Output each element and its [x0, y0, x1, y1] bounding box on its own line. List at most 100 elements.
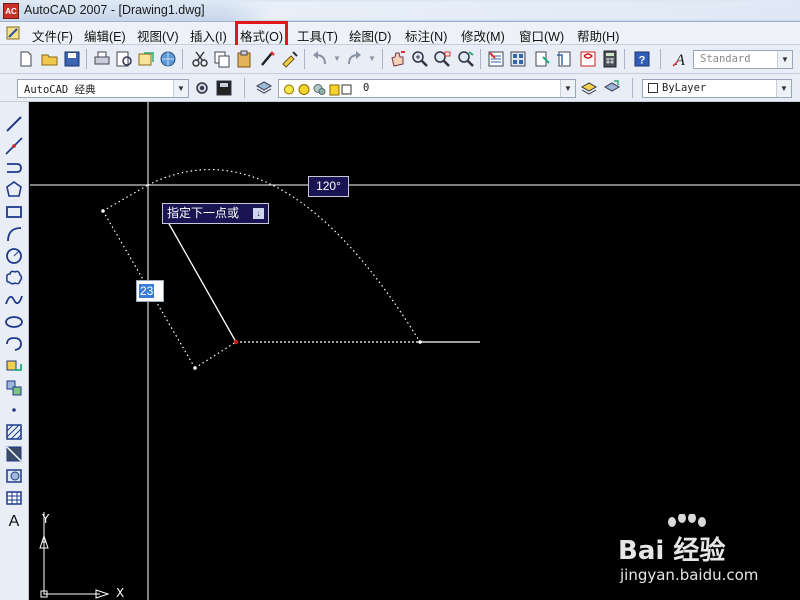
open-folder-icon[interactable] — [40, 49, 60, 69]
workspace-combo[interactable]: AutoCAD 经典 ▼ — [17, 79, 189, 98]
help-icon[interactable]: ? — [632, 49, 652, 69]
multiline-text-icon[interactable]: A — [4, 510, 24, 530]
prompt-text: 指定下一点或 — [167, 206, 240, 220]
copy-icon[interactable] — [212, 49, 232, 69]
workspace-settings-icon[interactable] — [192, 78, 212, 98]
chevron-down-icon[interactable]: ▼ — [776, 80, 791, 97]
menu-view[interactable]: 视图(V) — [137, 26, 179, 44]
menu-draw[interactable]: 绘图(D) — [349, 26, 391, 44]
calculator-icon[interactable] — [600, 49, 620, 69]
construction-line-icon[interactable] — [4, 136, 24, 156]
markup-set-icon[interactable] — [578, 49, 598, 69]
spline-icon[interactable] — [4, 290, 24, 310]
text-style-combo[interactable]: Standard ▼ — [693, 50, 793, 69]
publish-icon[interactable] — [136, 49, 156, 69]
hatch-icon[interactable] — [4, 422, 24, 442]
autocad-app-icon[interactable]: AC — [3, 3, 19, 19]
ucs-x-label: X — [116, 586, 125, 600]
tool-palettes-icon[interactable] — [532, 49, 552, 69]
menu-format[interactable]: 格式(O) — [234, 21, 289, 48]
draw-toolbar: A — [0, 102, 29, 600]
gradient-icon[interactable] — [4, 444, 24, 464]
menu-help[interactable]: 帮助(H) — [577, 26, 619, 44]
ellipse-arc-icon[interactable] — [4, 334, 24, 354]
text-style-icon[interactable]: A — [670, 49, 690, 69]
zoom-window-icon[interactable] — [432, 49, 452, 69]
command-prompt-tooltip: 指定下一点或 ↓ — [162, 203, 269, 224]
save-icon[interactable] — [62, 49, 82, 69]
tracking-line-top — [102, 184, 149, 212]
layer-previous-icon[interactable] — [602, 78, 622, 98]
cut-icon[interactable] — [190, 49, 210, 69]
color-swatch — [648, 83, 658, 93]
block-editor-icon[interactable] — [280, 49, 300, 69]
properties-icon[interactable] — [486, 49, 506, 69]
blurred-tabs-area — [225, 2, 800, 20]
length-value: 23 — [139, 284, 155, 298]
baidu-watermark: Bai 经验 jingyan.baidu.com — [604, 514, 800, 600]
make-block-icon[interactable] — [4, 378, 24, 398]
polygon-icon[interactable] — [4, 180, 24, 200]
menu-insert[interactable]: 插入(I) — [190, 26, 227, 44]
redo-icon[interactable] — [344, 49, 364, 69]
table-icon[interactable] — [4, 488, 24, 508]
layer-state-icons — [284, 84, 352, 96]
svg-text:?: ? — [639, 55, 646, 67]
angle-tooltip: 120° — [308, 176, 349, 197]
length-input-field[interactable]: 23 — [136, 280, 164, 302]
chevron-down-icon[interactable]: ▼ — [173, 80, 188, 97]
chevron-down-icon[interactable]: ▼ — [777, 51, 792, 68]
arc-icon[interactable] — [4, 224, 24, 244]
make-current-layer-icon[interactable] — [579, 78, 599, 98]
ucs-y-label: Y — [42, 512, 50, 526]
layers-toolbar: AutoCAD 经典 ▼ 0 ▼ ByLayer ▼ — [0, 74, 800, 102]
vertex-point — [101, 209, 105, 213]
new-file-icon[interactable] — [16, 49, 36, 69]
window-title: AutoCAD 2007 - [Drawing1.dwg] — [24, 3, 205, 17]
menu-dimension[interactable]: 标注(N) — [405, 26, 447, 44]
svg-text:A: A — [674, 52, 685, 69]
menu-modify[interactable]: 修改(M) — [461, 26, 505, 44]
zoom-previous-icon[interactable] — [456, 49, 476, 69]
rubber-band-line — [167, 221, 237, 343]
revision-cloud-icon[interactable] — [4, 268, 24, 288]
polyline-icon[interactable] — [4, 158, 24, 178]
workspace-save-icon[interactable] — [214, 78, 234, 98]
pan-realtime-icon[interactable] — [388, 49, 408, 69]
vertex-point — [418, 340, 422, 344]
layer-value: 0 — [363, 82, 370, 94]
menu-edit[interactable]: 编辑(E) — [84, 26, 126, 44]
redo-dropdown-icon[interactable]: ▼ — [368, 54, 376, 63]
plot-preview-icon[interactable] — [114, 49, 134, 69]
plot-icon[interactable] — [92, 49, 112, 69]
design-center-icon[interactable] — [508, 49, 528, 69]
layer-manager-icon[interactable] — [254, 78, 274, 98]
globe-icon[interactable] — [158, 49, 178, 69]
menu-file[interactable]: 文件(F) — [32, 26, 73, 44]
rectangle-icon[interactable] — [4, 202, 24, 222]
document-menu-icon[interactable] — [4, 25, 24, 42]
down-arrow-icon[interactable]: ↓ — [253, 208, 264, 219]
menu-tools[interactable]: 工具(T) — [297, 26, 338, 44]
insert-block-icon[interactable] — [4, 356, 24, 376]
match-properties-icon[interactable] — [258, 49, 278, 69]
circle-icon[interactable] — [4, 246, 24, 266]
layer-combo[interactable]: 0 ▼ — [278, 79, 576, 98]
undo-dropdown-icon[interactable]: ▼ — [333, 54, 341, 63]
line-tool-icon[interactable] — [4, 114, 24, 134]
workspace-value: AutoCAD 经典 — [24, 84, 96, 96]
ellipse-icon[interactable] — [4, 312, 24, 332]
chevron-down-icon[interactable]: ▼ — [560, 80, 575, 97]
text-style-value: Standard — [700, 53, 751, 65]
region-icon[interactable] — [4, 466, 24, 486]
color-value: ByLayer — [662, 82, 707, 94]
paste-icon[interactable] — [234, 49, 254, 69]
menu-window[interactable]: 窗口(W) — [519, 26, 564, 44]
color-combo[interactable]: ByLayer ▼ — [642, 79, 792, 98]
standard-toolbar: ▼ ▼ ? A Standard ▼ — [0, 45, 800, 74]
point-icon[interactable] — [4, 400, 24, 420]
sheet-set-icon[interactable] — [554, 49, 574, 69]
undo-icon[interactable] — [310, 49, 330, 69]
tracking-line-bottom — [194, 341, 237, 369]
zoom-realtime-icon[interactable] — [410, 49, 430, 69]
